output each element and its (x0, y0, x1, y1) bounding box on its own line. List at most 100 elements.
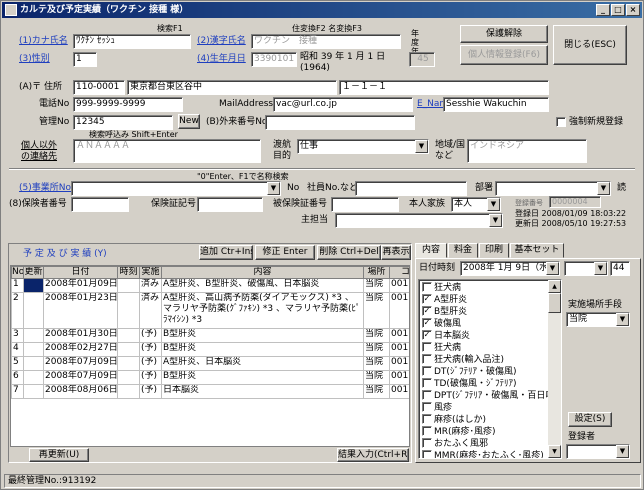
list-item[interactable]: 麻疹(はしか) (422, 413, 486, 426)
vaccine-checkbox[interactable] (422, 437, 432, 448)
date-picker[interactable]: 2008年 1月 9日（水） ▼ (460, 261, 560, 276)
list-item[interactable]: おたふく風邪 (422, 437, 488, 450)
schedule-grid[interactable]: No 更新 日付 時刻 実施 内容 場所 コ 1 2008年01月09日(水) (10, 265, 410, 447)
kanji-name-input[interactable]: ワクチン 接種 (251, 34, 401, 49)
foreign-input[interactable] (265, 115, 415, 130)
list-item[interactable]: 狂犬病(輸入品注) (422, 353, 504, 366)
chevron-down-icon[interactable]: ▼ (594, 262, 607, 275)
list-item[interactable]: 風疹 (422, 401, 452, 414)
list-item[interactable]: DT(ｼﾞﾌﾃﾘｱ・破傷風) (422, 365, 516, 378)
zip-input[interactable]: 110-0001 (73, 80, 125, 95)
chevron-down-icon[interactable]: ▼ (616, 313, 629, 326)
insurer-input[interactable] (71, 197, 129, 212)
mgmt-input[interactable]: 12345 (73, 115, 173, 130)
chevron-down-icon[interactable]: ▼ (489, 214, 502, 227)
address1-input[interactable]: 東京都台東区谷中 (127, 80, 337, 95)
table-row[interactable]: 1 2008年01月09日(水) 済み A型肝炎、B型肝炎、破傷風、日本脳炎 当… (11, 278, 409, 293)
col-updated[interactable]: 更新 (23, 266, 44, 279)
vaccine-checkbox[interactable]: ✓ (422, 293, 432, 304)
card-input[interactable] (197, 197, 263, 212)
personal-info-button[interactable]: 個人情報登録(F6) (460, 45, 548, 65)
sex-input[interactable]: 1 (73, 52, 97, 67)
col-code[interactable]: コ (389, 266, 409, 279)
vaccine-checkbox[interactable] (422, 353, 432, 364)
time-select[interactable]: ▼ (564, 261, 608, 276)
delete-button[interactable]: 削除 Ctrl+Del (317, 245, 381, 260)
place-select[interactable]: 当院 ▼ (566, 312, 630, 327)
table-row[interactable]: 6 2008年07月09日(水) (予) B型肝炎 当院 001 (11, 370, 409, 385)
table-row[interactable]: 2 2008年01月23日(水) 済み A型肝炎、高山病予防薬(ダイアモックス)… (11, 292, 409, 329)
col-place[interactable]: 場所 (363, 266, 390, 279)
chevron-down-icon[interactable]: ▼ (267, 182, 280, 195)
refresh-view-button[interactable]: 再表示 (381, 245, 411, 260)
insured-input[interactable] (331, 197, 399, 212)
table-row[interactable]: 5 2008年07月09日(水) (予) A型肝炎、日本脳炎 当院 001 (11, 356, 409, 371)
col-done[interactable]: 実施 (139, 266, 162, 279)
chevron-down-icon[interactable]: ▼ (546, 262, 559, 275)
settings-button[interactable]: 設定(S) (568, 412, 612, 427)
list-item[interactable]: 狂犬病 (422, 341, 461, 354)
tel-input[interactable]: 999-9999-9999 (73, 97, 183, 112)
list-item[interactable]: MR(麻疹･風疹) (422, 425, 496, 438)
close-esc-button[interactable]: 閉じる(ESC) (553, 25, 627, 65)
vaccine-list-scrollbar[interactable]: ▲ ▼ (548, 280, 561, 458)
new-button[interactable]: New (178, 114, 200, 129)
region-input[interactable]: インドネシア (467, 139, 587, 163)
list-item[interactable]: DPT(ｼﾞﾌﾃﾘｱ・破傷風・百日咳) (422, 389, 558, 402)
list-item[interactable]: ✓ 日本脳炎 (422, 329, 470, 342)
tab-print[interactable]: 印刷 (479, 243, 509, 258)
list-item[interactable]: ✓ B型肝炎 (422, 305, 467, 318)
vaccine-checkbox[interactable] (422, 377, 432, 388)
list-item[interactable]: 狂犬病 (422, 281, 461, 294)
close-window-button[interactable]: × (626, 4, 640, 16)
staff-no-input[interactable] (355, 181, 467, 196)
list-item[interactable]: TD(破傷風・ｼﾞﾌﾃﾘｱ) (422, 377, 516, 390)
scroll-up-icon[interactable]: ▲ (548, 280, 561, 293)
vaccine-checkbox[interactable] (422, 449, 432, 458)
family-select[interactable]: 本人 ▼ (451, 197, 501, 212)
tab-basic-set[interactable]: 基本セット (510, 243, 564, 258)
col-content[interactable]: 内容 (161, 266, 364, 279)
vaccine-checkbox[interactable] (422, 341, 432, 352)
vaccine-checkbox[interactable]: ✓ (422, 329, 432, 340)
table-row[interactable]: 4 2008年02月27日(水) (予) B型肝炎 当院 001 (11, 342, 409, 357)
table-row[interactable]: 3 2008年01月30日(水) (予) B型肝炎 当院 001 (11, 328, 409, 343)
scroll-thumb[interactable] (548, 293, 561, 313)
vaccine-checkbox[interactable]: ✓ (422, 317, 432, 328)
other-contact-input[interactable]: ＡＮＡＡＡＡ (73, 139, 261, 163)
list-item[interactable]: MMR(麻疹･おたふく･風疹) (422, 449, 544, 458)
result-input-button[interactable]: 結果入力(Ctrl+R) (337, 448, 409, 462)
maximize-button[interactable]: □ (611, 4, 625, 16)
dept-select[interactable]: ▼ (495, 181, 611, 196)
birth-input[interactable]: 3390101 (251, 52, 297, 67)
force-new-checkbox[interactable] (556, 117, 566, 127)
address2-input[interactable]: １－１－１ (339, 80, 549, 95)
tab-content[interactable]: 内容 (415, 243, 447, 258)
vaccine-checkbox[interactable] (422, 413, 432, 424)
mail-input[interactable]: vac@url.co.jp (273, 97, 413, 112)
travel-purpose-select[interactable]: 仕事 ▼ (297, 139, 429, 154)
count-input[interactable]: 44 (610, 261, 630, 276)
list-item[interactable]: ✓ 破傷風 (422, 317, 461, 330)
chevron-down-icon[interactable]: ▼ (415, 140, 428, 153)
edit-button[interactable]: 修正 Enter (255, 245, 315, 260)
vaccine-checkbox[interactable] (422, 281, 432, 292)
add-button[interactable]: 追加 Ctr+Ins (199, 245, 253, 260)
doctor-select[interactable]: ▼ (335, 213, 503, 228)
list-item[interactable]: ✓ A型肝炎 (422, 293, 467, 306)
chevron-down-icon[interactable]: ▼ (597, 182, 610, 195)
col-date[interactable]: 日付 (43, 266, 118, 279)
ename-input[interactable]: Sesshie Wakuchin (443, 97, 549, 112)
vaccine-list[interactable]: 狂犬病 ✓ A型肝炎 ✓ B型肝炎 ✓ 破傷風 ✓ 日本脳炎 狂犬病 狂犬病(輸入品注)… (418, 279, 562, 459)
minimize-button[interactable]: _ (596, 4, 610, 16)
reupdate-button[interactable]: 再更新(U) (29, 448, 89, 462)
chevron-down-icon[interactable]: ▼ (487, 198, 500, 211)
registrant-select[interactable]: ▼ (566, 444, 630, 459)
vaccine-checkbox[interactable] (422, 425, 432, 436)
unprotect-button[interactable]: 保護解除 (460, 25, 548, 43)
col-time[interactable]: 時刻 (117, 266, 140, 279)
table-row[interactable]: 7 2008年08月06日(水) (予) 日本脳炎 当院 001 (11, 384, 409, 399)
kana-name-input[interactable]: ﾜｸﾁﾝ ｾｯｼｭ (73, 34, 191, 49)
scroll-down-icon[interactable]: ▼ (548, 445, 561, 458)
tab-fee[interactable]: 料金 (448, 243, 478, 258)
